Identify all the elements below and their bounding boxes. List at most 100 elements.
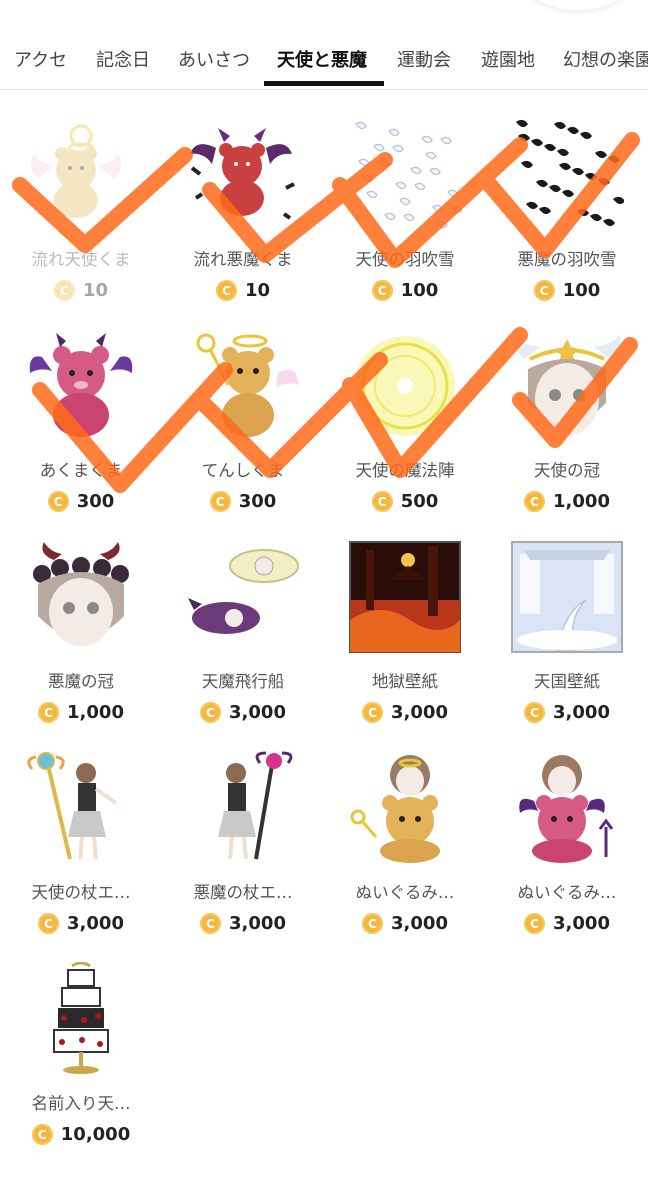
gift-item-card[interactable]: 天使の羽吹雪 C 100 [324,106,486,317]
item-name: 悪魔の冠 [48,672,114,691]
coin-icon: C [524,913,546,934]
tab-accessory[interactable]: アクセ [14,46,67,72]
item-price: C 500 [324,491,486,512]
item-price: C 100 [324,280,486,301]
item-name: 名前入り天… [31,1094,131,1113]
gift-item-card[interactable]: あくまくま C 300 [0,317,162,528]
gift-item-card[interactable]: 天国壁紙 C 3,000 [486,528,648,739]
item-name: 天使の杖エ… [31,883,131,902]
gift-item-card[interactable]: 流れ悪魔くま C 10 [162,106,324,317]
coin-icon: C [200,913,222,934]
item-price: C 3,000 [324,702,486,723]
plush-angel-icon [348,751,462,865]
coin-icon: C [362,913,384,934]
item-name: 天使の羽吹雪 [355,250,455,269]
price-value: 1,000 [67,702,124,723]
item-price: C 3,000 [162,702,324,723]
item-price: C 3,000 [162,913,324,934]
item-name: 流れ悪魔くま [193,250,293,269]
item-name: てんしくま [201,461,285,480]
devil-bear-stream-icon [186,118,300,232]
item-price: C 3,000 [486,913,648,934]
cake-tower-icon [24,962,138,1076]
tab-angel-devil[interactable]: 天使と悪魔 [277,46,367,72]
price-value: 500 [400,491,439,512]
angel-bear-icon [186,329,300,443]
item-name: 天使の魔法陣 [355,461,455,480]
item-name: 地獄壁紙 [372,672,438,691]
tab-sports-day[interactable]: 運動会 [397,46,451,72]
price-value: 3,000 [229,702,286,723]
coin-icon: C [371,491,393,512]
devil-staff-icon [186,751,300,865]
airship-icon [186,540,300,654]
coin-icon: C [215,280,237,301]
gift-item-card[interactable]: 天使の魔法陣 C 500 [324,317,486,528]
gift-item-card[interactable]: 天使の冠 C 1,000 [486,317,648,528]
coin-icon: C [362,702,384,723]
devil-crown-icon [24,540,138,654]
item-name: ぬいぐるみ… [517,883,617,902]
coin-icon: C [53,280,75,301]
gift-item-card[interactable]: ぬいぐるみ… C 3,000 [486,739,648,950]
tab-fantasy-paradise[interactable]: 幻想の楽園 [563,46,648,72]
item-name: 悪魔の杖エ… [193,883,293,902]
price-value: 3,000 [391,913,448,934]
gift-item-card[interactable]: 天魔飛行船 C 3,000 [162,528,324,739]
coin-icon: C [533,280,555,301]
tab-anniversary[interactable]: 記念日 [96,46,150,72]
price-value: 100 [562,280,601,301]
angel-staff-icon [24,751,138,865]
item-name: 天魔飛行船 [201,672,285,691]
active-tab-indicator [264,81,384,86]
coin-icon: C [200,702,222,723]
price-value: 100 [400,280,439,301]
gift-item-card[interactable]: 流れ天使くま C 10 [0,106,162,317]
item-price: C 100 [486,280,648,301]
black-feathers-icon [510,118,624,232]
plush-devil-icon [510,751,624,865]
price-value: 3,000 [229,913,286,934]
item-price: C 10 [0,280,162,301]
gift-item-card[interactable]: てんしくま C 300 [162,317,324,528]
angel-crown-icon [510,329,624,443]
item-price: C 3,000 [0,913,162,934]
item-price: C 300 [0,491,162,512]
coin-icon: C [524,702,546,723]
price-value: 10 [82,280,109,301]
coin-icon: C [524,491,546,512]
item-name: 悪魔の羽吹雪 [517,250,617,269]
price-value: 3,000 [67,913,124,934]
coin-icon: C [209,491,231,512]
gift-item-card[interactable]: 天使の杖エ… C 3,000 [0,739,162,950]
price-value: 3,000 [553,913,610,934]
tab-greeting[interactable]: あいさつ [178,46,250,72]
price-value: 300 [76,491,115,512]
gift-item-card[interactable]: 地獄壁紙 C 3,000 [324,528,486,739]
gift-item-card[interactable]: 悪魔の羽吹雪 C 100 [486,106,648,317]
item-price: C 10,000 [0,1124,162,1145]
price-value: 1,000 [553,491,610,512]
item-name: あくまくま [39,461,123,480]
price-value: 3,000 [391,702,448,723]
angel-bear-stream-icon [24,118,138,232]
item-price: C 1,000 [0,702,162,723]
white-feathers-icon [348,118,462,232]
category-tabs: アクセ 記念日 あいさつ 天使と悪魔 運動会 遊園地 幻想の楽園 [0,30,648,90]
item-name: 流れ天使くま [31,250,131,269]
gift-item-card[interactable]: 悪魔の杖エ… C 3,000 [162,739,324,950]
coin-icon: C [31,1124,53,1145]
price-value: 10,000 [60,1124,131,1145]
magic-circle-icon [348,329,462,443]
price-value: 10 [244,280,271,301]
item-price: C 3,000 [324,913,486,934]
gift-item-card[interactable]: 悪魔の冠 C 1,000 [0,528,162,739]
item-price: C 1,000 [486,491,648,512]
tab-amusement-park[interactable]: 遊園地 [481,46,535,72]
item-price: C 300 [162,491,324,512]
corner-button[interactable] [528,0,628,10]
gift-item-card[interactable]: 名前入り天… C 10,000 [0,950,162,1161]
price-value: 3,000 [553,702,610,723]
gift-item-card[interactable]: ぬいぐるみ… C 3,000 [324,739,486,950]
devil-bear-icon [24,329,138,443]
